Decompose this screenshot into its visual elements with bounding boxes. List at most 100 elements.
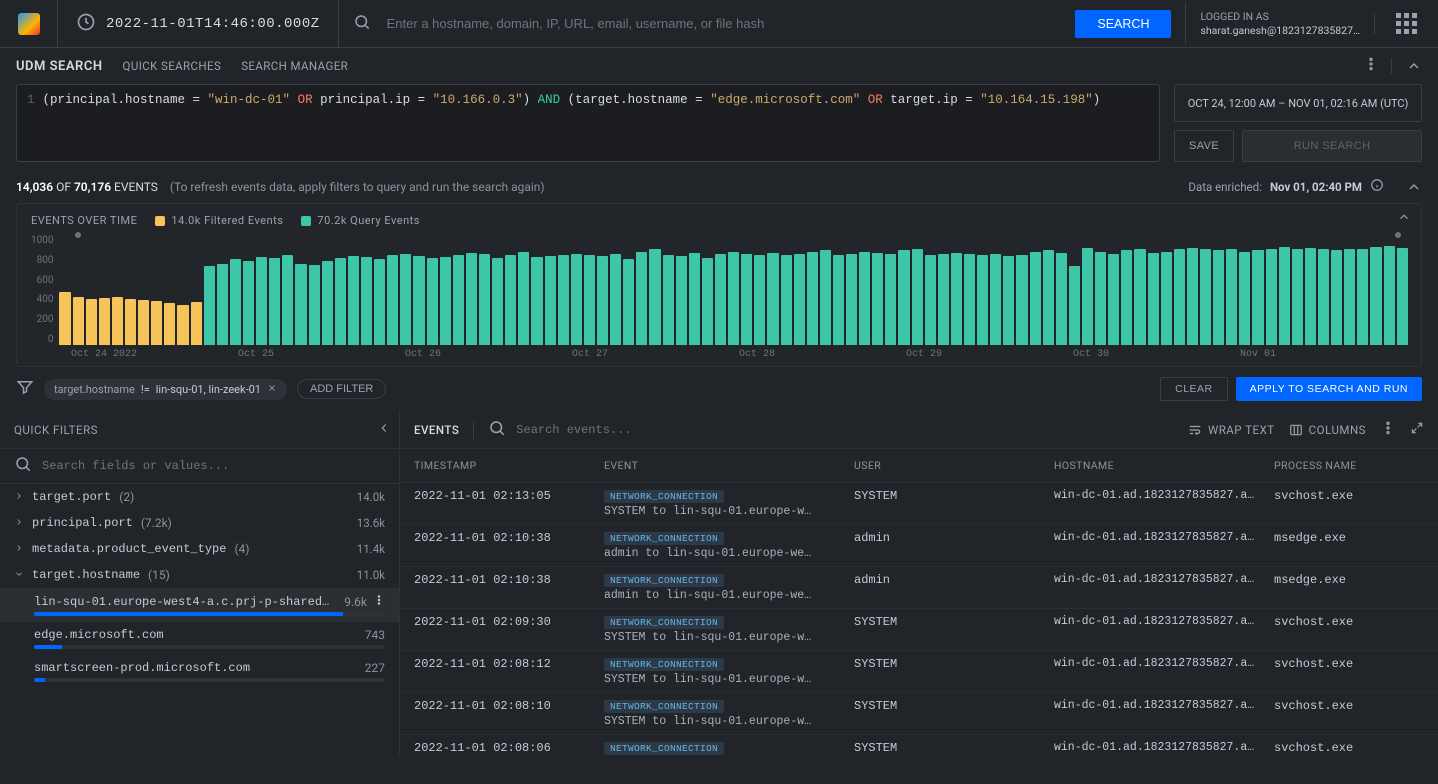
filtered-bar[interactable]: [177, 305, 188, 345]
query-bar[interactable]: [1252, 250, 1263, 345]
query-bar[interactable]: [269, 258, 280, 345]
apply-filters-button[interactable]: APPLY TO SEARCH AND RUN: [1236, 377, 1422, 401]
col-process[interactable]: PROCESS NAME: [1274, 459, 1424, 472]
query-bar[interactable]: [322, 261, 333, 345]
qf-value-row[interactable]: lin-squ-01.europe-west4-a.c.prj-p-shared…: [0, 588, 399, 622]
query-bar[interactable]: [938, 254, 949, 345]
query-bar[interactable]: [597, 256, 608, 345]
query-bar[interactable]: [505, 255, 516, 345]
query-bar[interactable]: [558, 255, 569, 345]
query-bar[interactable]: [1056, 253, 1067, 345]
collapse-chart[interactable]: [1397, 210, 1411, 228]
query-bar[interactable]: [400, 254, 411, 345]
query-bar[interactable]: [1226, 249, 1237, 345]
filtered-bar[interactable]: [99, 298, 110, 345]
query-bar[interactable]: [348, 256, 359, 345]
wrap-text-toggle[interactable]: WRAP TEXT: [1188, 423, 1275, 437]
expand-events-panel[interactable]: [1410, 421, 1424, 438]
query-bar[interactable]: [1043, 250, 1054, 345]
query-editor[interactable]: 1 (principal.hostname = "win-dc-01" OR p…: [16, 84, 1160, 162]
query-bar[interactable]: [807, 252, 818, 346]
query-bar[interactable]: [584, 255, 595, 345]
query-bar[interactable]: [545, 256, 556, 345]
event-row[interactable]: 2022-11-01 02:10:38NETWORK_CONNECTIONadm…: [400, 525, 1438, 567]
query-bar[interactable]: [1305, 248, 1316, 345]
query-bar[interactable]: [1108, 254, 1119, 345]
query-bar[interactable]: [1134, 249, 1145, 345]
qf-group[interactable]: metadata.product_event_type(4)11.4k: [0, 536, 399, 562]
app-logo[interactable]: [0, 0, 58, 47]
query-bar[interactable]: [1239, 252, 1250, 346]
legend-query[interactable]: 70.2k Query Events: [301, 214, 420, 227]
query-bar[interactable]: [1384, 246, 1395, 345]
quick-searches-link[interactable]: QUICK SEARCHES: [123, 59, 222, 73]
query-bar[interactable]: [754, 255, 765, 345]
events-search-input[interactable]: [514, 422, 1174, 438]
query-bar[interactable]: [820, 250, 831, 345]
query-bar[interactable]: [1148, 253, 1159, 345]
col-hostname[interactable]: HOSTNAME: [1054, 459, 1274, 472]
event-row[interactable]: 2022-11-01 02:08:12NETWORK_CONNECTIONSYS…: [400, 651, 1438, 693]
query-bar[interactable]: [204, 266, 215, 345]
query-bar[interactable]: [833, 255, 844, 345]
query-bar[interactable]: [387, 255, 398, 345]
qf-value-row[interactable]: edge.microsoft.com743: [0, 622, 399, 655]
info-icon[interactable]: [1370, 178, 1384, 195]
query-bar[interactable]: [1331, 250, 1342, 345]
query-bar[interactable]: [663, 255, 674, 345]
clear-filters-button[interactable]: CLEAR: [1160, 377, 1228, 401]
query-bar[interactable]: [1200, 249, 1211, 345]
query-bar[interactable]: [1121, 250, 1132, 345]
query-bar[interactable]: [1344, 249, 1355, 345]
query-bar[interactable]: [1030, 252, 1041, 346]
filtered-bar[interactable]: [73, 297, 84, 345]
filtered-bar[interactable]: [164, 303, 175, 345]
query-bar[interactable]: [859, 252, 870, 346]
query-bar[interactable]: [964, 254, 975, 345]
query-bar[interactable]: [1357, 249, 1368, 345]
query-bar[interactable]: [1292, 249, 1303, 345]
query-bar[interactable]: [1161, 252, 1172, 346]
query-bar[interactable]: [217, 264, 228, 345]
query-bar[interactable]: [885, 254, 896, 345]
query-bar[interactable]: [767, 253, 778, 345]
query-bar[interactable]: [1279, 247, 1290, 345]
query-bar[interactable]: [702, 258, 713, 345]
query-bar[interactable]: [898, 250, 909, 345]
query-bar[interactable]: [872, 253, 883, 345]
query-bar[interactable]: [1213, 250, 1224, 345]
qf-value-menu[interactable]: [367, 594, 385, 609]
query-bar[interactable]: [715, 254, 726, 345]
query-bar[interactable]: [912, 249, 923, 345]
col-user[interactable]: USER: [854, 459, 1054, 472]
query-bar[interactable]: [440, 257, 451, 345]
filtered-bar[interactable]: [191, 302, 202, 345]
query-bar[interactable]: [374, 259, 385, 345]
filtered-bar[interactable]: [112, 297, 123, 345]
filtered-bar[interactable]: [86, 299, 97, 345]
qf-group[interactable]: principal.port(7.2k)13.6k: [0, 510, 399, 536]
collapse-quick-filters[interactable]: [377, 421, 391, 438]
query-bar[interactable]: [1370, 247, 1381, 345]
event-row[interactable]: 2022-11-01 02:10:38NETWORK_CONNECTIONadm…: [400, 567, 1438, 609]
events-menu-button[interactable]: [1380, 420, 1396, 439]
query-bar[interactable]: [479, 254, 490, 345]
chart-bars[interactable]: [59, 235, 1407, 345]
event-row[interactable]: 2022-11-01 02:08:06NETWORK_CONNECTIONSYS…: [400, 735, 1438, 755]
qf-group[interactable]: target.hostname(15)11.0k: [0, 562, 399, 588]
columns-button[interactable]: COLUMNS: [1289, 423, 1366, 437]
event-row[interactable]: 2022-11-01 02:08:10NETWORK_CONNECTIONSYS…: [400, 693, 1438, 735]
col-timestamp[interactable]: TIMESTAMP: [414, 459, 604, 472]
query-bar[interactable]: [951, 253, 962, 345]
query-bar[interactable]: [636, 252, 647, 346]
active-filter-chip[interactable]: target.hostname != lin-squ-01, lin-zeek-…: [44, 379, 287, 400]
add-filter-button[interactable]: ADD FILTER: [297, 379, 386, 399]
collapse-search-panel[interactable]: [1391, 58, 1422, 74]
query-bar[interactable]: [1187, 248, 1198, 345]
query-bar[interactable]: [531, 257, 542, 345]
query-bar[interactable]: [518, 252, 529, 346]
quick-filters-search[interactable]: [40, 458, 385, 474]
query-bar[interactable]: [230, 259, 241, 345]
query-bar[interactable]: [990, 254, 1001, 345]
run-search-button[interactable]: RUN SEARCH: [1242, 130, 1422, 162]
